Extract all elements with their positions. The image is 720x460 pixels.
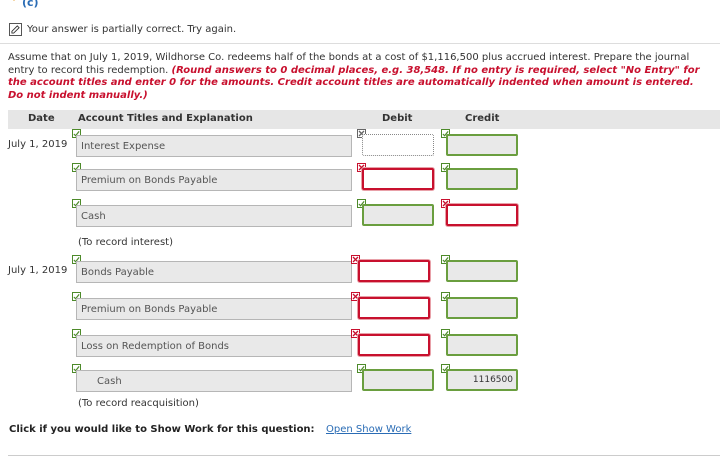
collapse-arrow-icon[interactable] <box>8 0 20 1</box>
part-label: (c) <box>22 0 39 9</box>
account-select[interactable]: Premium on Bonds Payable <box>76 298 352 320</box>
credit-input[interactable] <box>446 204 518 226</box>
entry1-date: July 1, 2019 <box>8 139 68 150</box>
pencil-check-icon <box>9 23 22 36</box>
debit-input[interactable] <box>358 260 430 282</box>
entry2-date: July 1, 2019 <box>8 265 68 276</box>
entry1-memo: (To record interest) <box>78 237 173 248</box>
divider <box>0 43 720 44</box>
debit-input[interactable] <box>362 168 434 190</box>
credit-input[interactable]: 1116500 <box>446 369 518 391</box>
status-message: Your answer is partially correct. Try ag… <box>27 24 237 35</box>
account-select[interactable]: Loss on Redemption of Bonds <box>76 335 352 357</box>
account-select[interactable]: Cash <box>76 205 352 227</box>
debit-input[interactable] <box>362 369 434 391</box>
header-account: Account Titles and Explanation <box>78 113 253 124</box>
debit-input[interactable] <box>362 134 434 156</box>
bottom-divider <box>8 455 720 456</box>
credit-input[interactable] <box>446 260 518 282</box>
credit-input[interactable] <box>446 168 518 190</box>
entry2-memo: (To record reacquisition) <box>78 398 199 409</box>
debit-input[interactable] <box>358 334 430 356</box>
debit-input[interactable] <box>358 297 430 319</box>
header-debit: Debit <box>382 113 413 124</box>
problem-statement: Assume that on July 1, 2019, Wildhorse C… <box>8 52 708 102</box>
account-select[interactable]: Premium on Bonds Payable <box>76 169 352 191</box>
credit-input[interactable] <box>446 334 518 356</box>
account-select[interactable]: Bonds Payable <box>76 261 352 283</box>
header-date: Date <box>28 113 55 124</box>
account-select[interactable]: Interest Expense <box>76 135 352 157</box>
credit-input[interactable] <box>446 297 518 319</box>
account-select[interactable]: Cash <box>76 370 352 392</box>
debit-input[interactable] <box>362 204 434 226</box>
credit-input[interactable] <box>446 134 518 156</box>
open-show-work-link[interactable]: Open Show Work <box>326 424 411 435</box>
showwork-prompt: Click if you would like to Show Work for… <box>9 424 315 435</box>
status-row: Your answer is partially correct. Try ag… <box>9 23 236 36</box>
header-credit: Credit <box>465 113 500 124</box>
